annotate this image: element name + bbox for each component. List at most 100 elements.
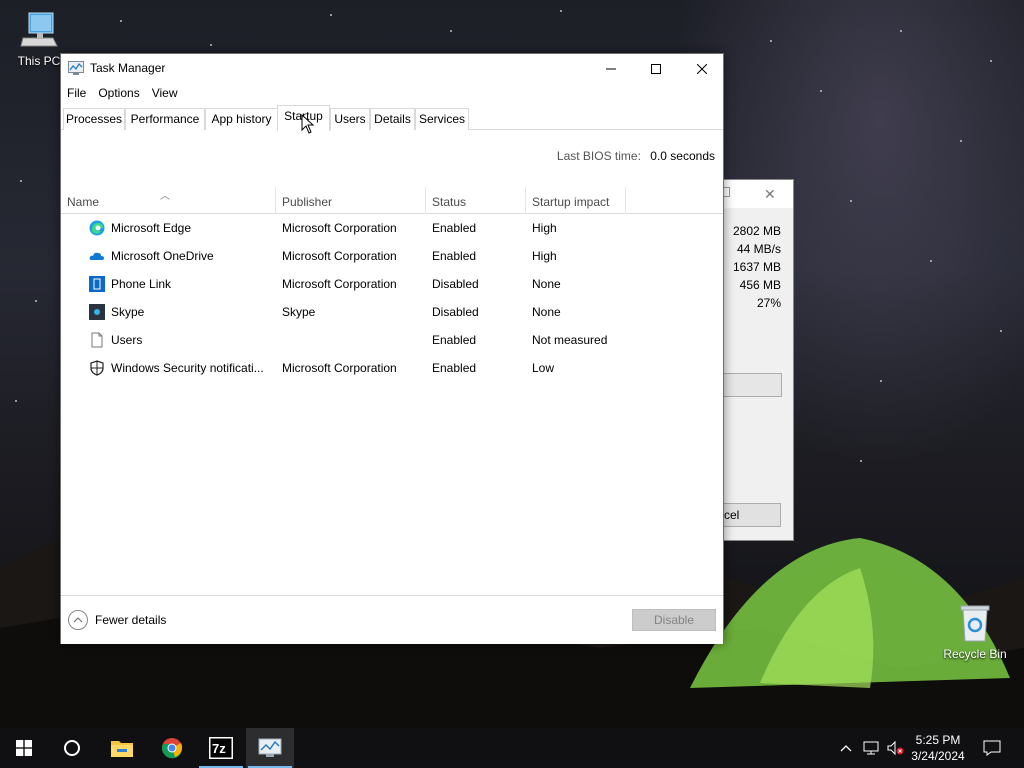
value-text: 2802 MB <box>732 224 781 238</box>
column-header-status[interactable]: Status <box>426 187 526 214</box>
start-button[interactable] <box>0 728 48 768</box>
close-button[interactable] <box>679 54 725 83</box>
row-impact: High <box>532 221 557 235</box>
clock-time: 5:25 PM <box>915 733 961 747</box>
tab-app-history[interactable]: App history <box>205 108 278 130</box>
table-row[interactable]: Microsoft Edge Microsoft Corporation Ena… <box>61 214 723 242</box>
recycle-bin-icon <box>955 603 995 643</box>
table-row[interactable]: Users Enabled Not measured <box>61 326 723 354</box>
row-publisher: Microsoft Corporation <box>282 249 397 263</box>
background-dialog-field[interactable] <box>724 373 782 397</box>
chevron-up-icon <box>68 610 88 630</box>
7zip-icon: 7z <box>209 737 233 759</box>
skype-icon <box>89 304 105 320</box>
volume-muted-icon <box>887 740 904 756</box>
shield-icon <box>89 360 105 376</box>
disable-button[interactable]: Disable <box>632 609 716 631</box>
row-publisher: Microsoft Corporation <box>282 277 397 291</box>
column-header-publisher[interactable]: Publisher <box>276 187 426 214</box>
fewer-details-label: Fewer details <box>95 613 167 627</box>
column-header-startup-impact[interactable]: Startup impact <box>526 187 626 214</box>
tab-processes[interactable]: Processes <box>63 108 125 130</box>
cortana-icon <box>64 740 80 756</box>
row-publisher: Microsoft Corporation <box>282 361 397 375</box>
taskbar: 7z 5:25 PM 3/24/2024 <box>0 728 1024 768</box>
row-status: Enabled <box>432 221 477 235</box>
clock-date: 3/24/2024 <box>911 749 965 763</box>
close-icon <box>697 63 707 74</box>
row-name: Phone Link <box>111 277 172 291</box>
fewer-details-button[interactable]: Fewer details <box>68 610 166 630</box>
bios-time: Last BIOS time: 0.0 seconds <box>557 149 715 163</box>
value-text: 1637 MB <box>732 260 781 274</box>
maximize-icon <box>651 63 661 74</box>
computer-icon <box>19 10 59 50</box>
edge-icon <box>89 220 105 236</box>
value-text: 27% <box>756 296 781 310</box>
maximize-button[interactable] <box>633 54 679 83</box>
minimize-icon <box>606 68 616 69</box>
cancel-button[interactable]: cel <box>724 503 781 527</box>
volume-tray-button[interactable] <box>884 728 906 768</box>
maximize-icon[interactable] <box>724 187 730 197</box>
file-explorer-icon <box>111 741 133 757</box>
menu-options[interactable]: Options <box>92 84 145 104</box>
column-header-name[interactable]: Name <box>61 187 276 214</box>
value-text: 456 MB <box>739 278 781 292</box>
chrome-icon <box>162 738 183 759</box>
title-bar[interactable]: Task Manager <box>61 54 723 83</box>
bios-time-value: 0.0 seconds <box>650 149 715 163</box>
row-impact: None <box>532 305 561 319</box>
window-title: Task Manager <box>90 61 166 75</box>
table-row[interactable]: Phone Link Microsoft Corporation Disable… <box>61 270 723 298</box>
chevron-up-icon <box>840 745 852 752</box>
background-dialog-values: 2802 MB 44 MB/s 1637 MB 456 MB 27% <box>733 222 781 312</box>
start-icon <box>16 740 32 756</box>
desktop-icon-recycle-bin[interactable]: Recycle Bin <box>940 603 1010 661</box>
bios-time-label: Last BIOS time: <box>556 149 641 163</box>
tab-details[interactable]: Details <box>370 108 415 130</box>
phone-link-icon <box>89 276 105 292</box>
show-hidden-icons-button[interactable] <box>836 728 856 768</box>
row-status: Enabled <box>432 361 477 375</box>
row-name: Skype <box>111 305 145 319</box>
network-tray-button[interactable] <box>860 728 882 768</box>
tab-strip: Processes Performance App history Startu… <box>61 105 723 131</box>
row-name: Windows Security notificati... <box>111 361 264 375</box>
notification-icon <box>983 740 1001 756</box>
menu-bar: File Options View <box>61 84 184 104</box>
startup-list: Microsoft Edge Microsoft Corporation Ena… <box>61 214 723 382</box>
value-text: 44 MB/s <box>736 242 781 256</box>
cortana-button[interactable] <box>48 728 96 768</box>
table-row[interactable]: Skype Skype Disabled None <box>61 298 723 326</box>
row-impact: None <box>532 277 561 291</box>
tab-performance[interactable]: Performance <box>125 108 205 130</box>
chrome-button[interactable] <box>148 728 196 768</box>
task-manager-taskbar-button[interactable] <box>246 728 294 768</box>
row-status: Enabled <box>432 249 477 263</box>
row-name: Microsoft Edge <box>111 221 192 235</box>
table-row[interactable]: Microsoft OneDrive Microsoft Corporation… <box>61 242 723 270</box>
task-manager-icon <box>68 61 84 75</box>
row-status: Disabled <box>432 277 479 291</box>
desktop-icon-label: Recycle Bin <box>943 647 1007 661</box>
taskbar-clock[interactable]: 5:25 PM 3/24/2024 <box>905 732 971 764</box>
svg-text:7z: 7z <box>212 741 226 756</box>
row-impact: High <box>532 249 557 263</box>
7zip-button[interactable]: 7z <box>197 728 245 768</box>
network-icon <box>863 741 879 755</box>
minimize-button[interactable] <box>588 54 634 83</box>
menu-file[interactable]: File <box>61 84 92 104</box>
onedrive-icon <box>89 248 105 264</box>
background-dialog-titlebar: ✕ <box>724 180 793 208</box>
table-row[interactable]: Windows Security notificati... Microsoft… <box>61 354 723 382</box>
menu-view[interactable]: View <box>146 84 184 104</box>
row-impact: Low <box>532 361 555 375</box>
action-center-button[interactable] <box>978 728 1006 768</box>
close-icon[interactable]: ✕ <box>764 186 776 203</box>
file-explorer-button[interactable] <box>98 728 146 768</box>
row-status: Disabled <box>432 305 479 319</box>
tab-services[interactable]: Services <box>415 108 469 130</box>
task-manager-window: Task Manager File Options View Processes… <box>60 53 724 644</box>
tab-users[interactable]: Users <box>330 108 370 130</box>
